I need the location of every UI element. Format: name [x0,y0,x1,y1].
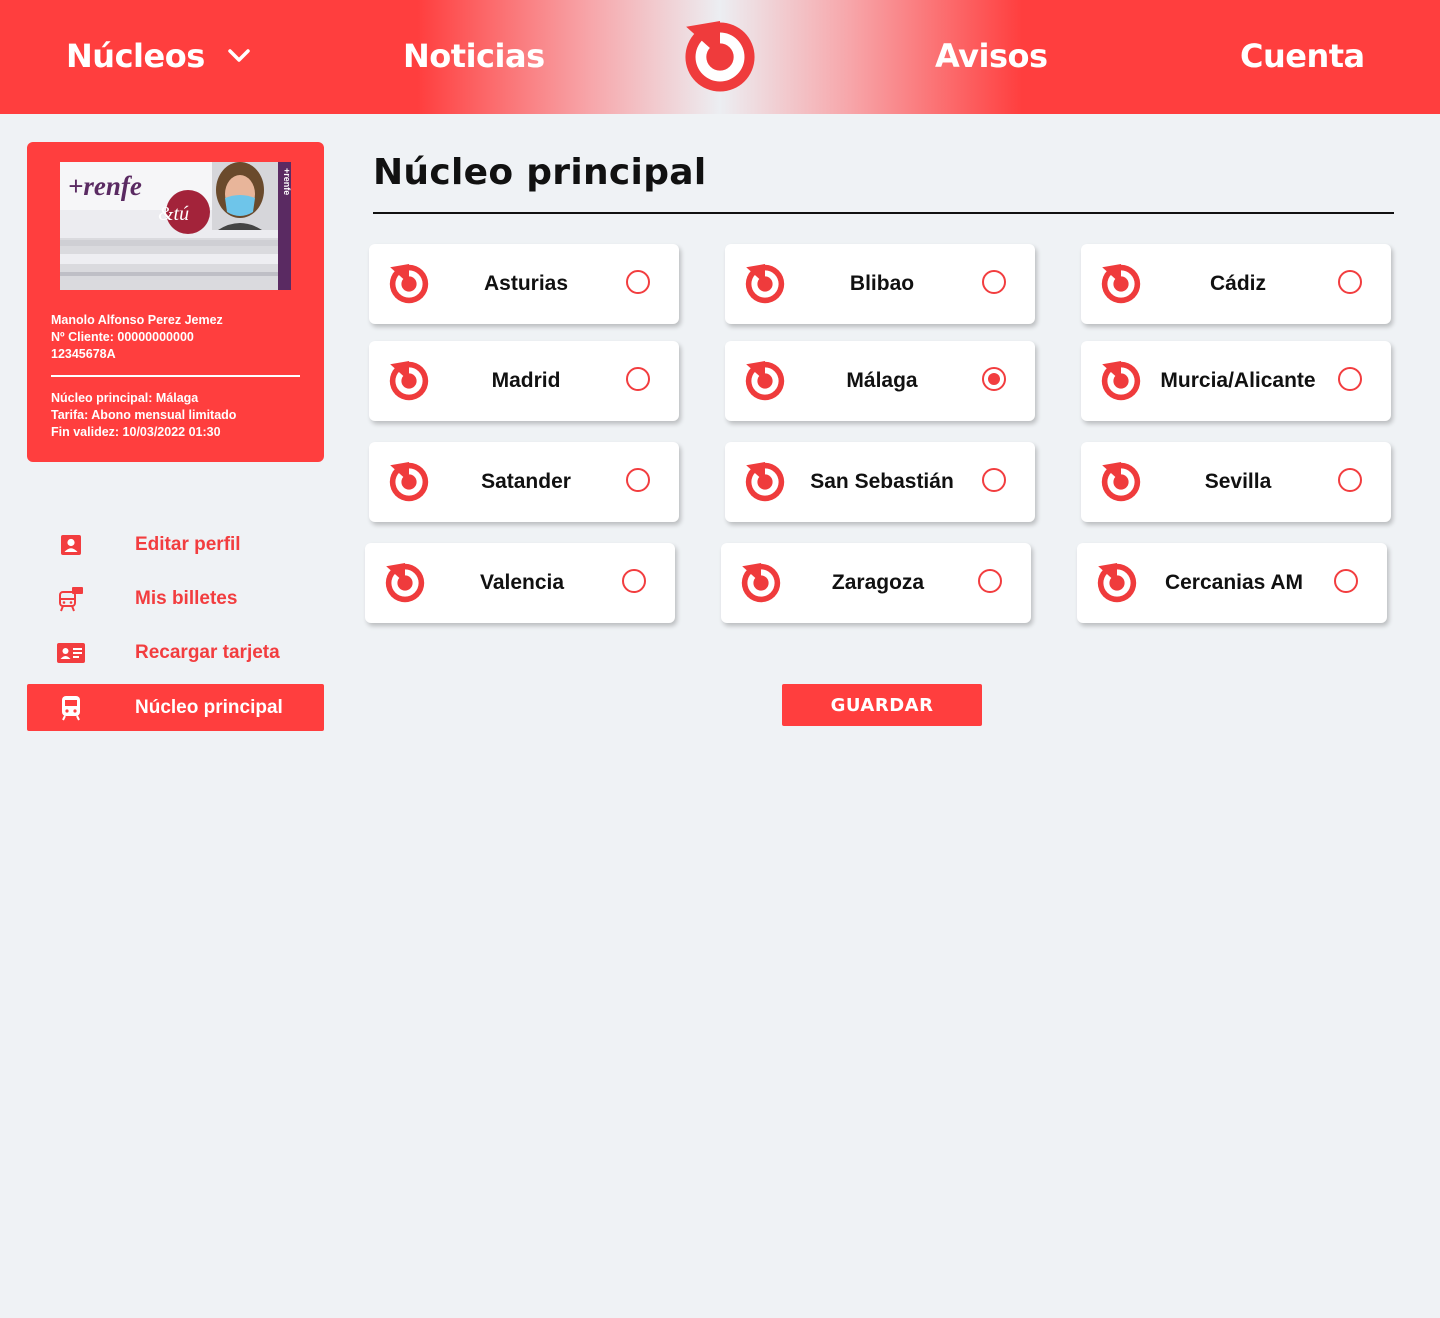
nucleo-option[interactable]: Madrid [369,341,679,421]
menu-item-nucleo-principal[interactable]: Núcleo principal [27,684,324,731]
nav-cuenta[interactable]: Cuenta [1240,36,1365,76]
nucleo-radio-button[interactable] [1338,468,1362,492]
nucleo-option[interactable]: Cercanias AM [1077,543,1387,623]
nucleo-radio-button[interactable] [982,367,1006,391]
menu-item-recargar-tarjeta[interactable]: Recargar tarjeta [27,629,324,676]
save-button[interactable]: GUARDAR [782,684,982,726]
card-holder-name: Manolo Alfonso Perez Jemez [51,313,223,327]
nav-noticias[interactable]: Noticias [403,36,545,76]
menu-item-label: Editar perfil [135,533,241,555]
nucleo-radio-button[interactable] [626,468,650,492]
menu-item-label: Mis billetes [135,587,238,609]
title-divider [373,212,1394,214]
nucleo-option-label: San Sebastián [810,470,954,493]
nucleo-option-label: Satander [481,470,571,493]
profile-card: +renfe +renfe &tú Manolo Alfonso Perez J… [27,142,324,462]
nucleo-option[interactable]: Sevilla [1081,442,1391,522]
renfe-logo-icon [745,462,785,502]
nucleo-radio-button[interactable] [1334,569,1358,593]
nucleo-radio-button[interactable] [626,270,650,294]
nucleo-option-label: Blibao [849,272,915,295]
card-validez: Fin validez: 10/03/2022 01:30 [51,425,221,439]
nucleo-option-label: Sevilla [1204,470,1272,493]
nucleo-option[interactable]: Zaragoza [721,543,1031,623]
nucleo-option[interactable]: San Sebastián [725,442,1035,522]
card-tarifa: Tarifa: Abono mensual limitado [51,408,237,422]
nucleo-option[interactable]: Murcia/Alicante [1081,341,1391,421]
renfe-logo-icon [745,264,785,304]
nucleo-option[interactable]: Blibao [725,244,1035,324]
nucleo-radio-button[interactable] [626,367,650,391]
card-divider [51,375,300,377]
card-client-number: Nº Cliente: 00000000000 [51,330,194,344]
menu-item-mis-billetes[interactable]: Mis billetes [27,575,324,622]
renfe-logo-icon [1097,563,1137,603]
renfe-logo-icon [385,563,425,603]
renfe-logo-icon [389,361,429,401]
nucleo-option-label: Málaga [846,369,918,392]
nav-nucleos-dropdown[interactable]: Núcleos [66,36,251,76]
card-subscription-info: Núcleo principal: Málaga Tarifa: Abono m… [51,390,236,441]
card-nucleo: Núcleo principal: Málaga [51,391,199,405]
card-document-id: 12345678A [51,347,116,361]
nucleo-radio-button[interactable] [1338,367,1362,391]
renfe-logo-icon [389,462,429,502]
nucleo-option-label: Zaragoza [831,571,925,594]
transit-card-image: +renfe +renfe &tú [60,162,291,290]
train-icon [57,695,85,721]
top-navigation-bar: Núcleos Noticias Avisos Cuenta [0,0,1440,114]
chevron-down-icon [227,48,251,64]
nucleo-option-label: Madrid [491,369,561,392]
nucleo-option[interactable]: Asturias [369,244,679,324]
renfe-logo-icon [389,264,429,304]
renfe-logo-icon [745,361,785,401]
user-profile-icon [57,532,85,558]
nucleo-option[interactable]: Málaga [725,341,1035,421]
menu-item-label: Núcleo principal [135,696,283,718]
renfe-logo-icon[interactable] [684,21,756,93]
card-brand: +renfe [68,171,142,201]
renfe-logo-icon [1101,264,1141,304]
nucleo-radio-button[interactable] [978,569,1002,593]
nucleo-option-label: Asturias [483,272,569,295]
card-holder-info: Manolo Alfonso Perez Jemez Nº Cliente: 0… [51,312,223,363]
nucleo-option[interactable]: Valencia [365,543,675,623]
renfe-logo-icon [1101,462,1141,502]
card-brand-suffix: &tú [158,203,189,225]
nucleo-radio-button[interactable] [982,270,1006,294]
nav-nucleos-label: Núcleos [66,37,205,75]
nav-avisos[interactable]: Avisos [935,36,1048,76]
nucleo-radio-button[interactable] [982,468,1006,492]
renfe-logo-icon [1101,361,1141,401]
nucleo-radio-button[interactable] [1338,270,1362,294]
menu-item-label: Recargar tarjeta [135,641,280,663]
nucleo-option[interactable]: Satander [369,442,679,522]
renfe-logo-icon [741,563,781,603]
nucleo-option-label: Cercanias AM [1164,571,1304,594]
nucleo-option[interactable]: Cádiz [1081,244,1391,324]
page-title: Núcleo principal [373,152,707,193]
nucleo-option-label: Valencia [479,571,565,594]
nucleo-option-label: Cádiz [1209,272,1266,295]
id-card-icon [57,640,85,666]
menu-item-editar-perfil[interactable]: Editar perfil [27,521,324,568]
nucleo-option-label: Murcia/Alicante [1160,369,1316,392]
card-side-brand: +renfe [282,168,291,195]
train-ticket-icon [57,586,85,612]
nucleo-radio-button[interactable] [622,569,646,593]
